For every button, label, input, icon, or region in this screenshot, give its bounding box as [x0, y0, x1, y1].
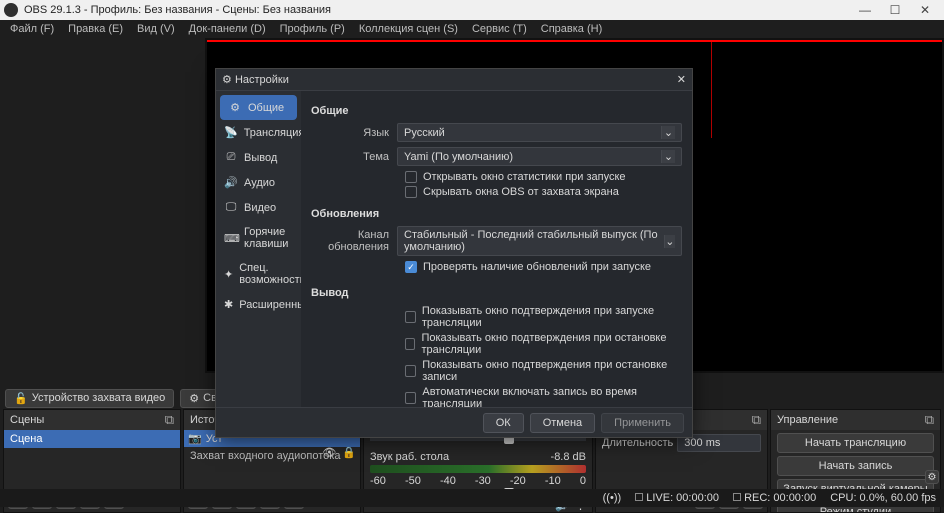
checkbox-confirm-start-stream[interactable]: Показывать окно подтверждения при запуск…: [405, 305, 682, 329]
duration-label: Длительность: [602, 437, 673, 449]
checkbox-confirm-stop-stream[interactable]: Показывать окно подтверждения при остано…: [405, 332, 682, 356]
app-icon: [4, 3, 18, 17]
start-record-button[interactable]: Начать запись: [777, 456, 934, 476]
chevron-down-icon: ⌄: [661, 126, 675, 139]
accessibility-icon: ✦: [224, 268, 233, 281]
update-channel-label: Канал обновления: [311, 229, 397, 253]
menu-scenes[interactable]: Коллекция сцен (S): [353, 23, 464, 35]
keyboard-icon: ⌨: [224, 232, 238, 245]
lock-icon[interactable]: 🔒: [342, 446, 356, 459]
checkbox-check-updates[interactable]: ✓Проверять наличие обновлений при запуск…: [405, 261, 682, 273]
section-general: Общие: [311, 105, 682, 117]
menu-help[interactable]: Справка (H): [535, 23, 608, 35]
popout-icon[interactable]: ⧉: [925, 412, 934, 428]
window-titlebar: OBS 29.1.3 - Профиль: Без названия - Сце…: [0, 0, 944, 20]
network-icon: ((•)): [603, 492, 622, 504]
status-bar: ((•)) LIVE: 00:00:00 REC: 00:00:00 CPU: …: [0, 489, 944, 507]
cancel-button[interactable]: Отмена: [530, 413, 595, 433]
checkbox-confirm-stop-record[interactable]: Показывать окно подтверждения при остано…: [405, 359, 682, 383]
antenna-icon: 📡: [224, 126, 238, 139]
menu-docks[interactable]: Док-панели (D): [183, 23, 272, 35]
output-icon: ⎚: [224, 151, 238, 164]
scene-item[interactable]: Сцена: [4, 430, 180, 448]
close-button[interactable]: ✕: [910, 3, 940, 17]
gear-icon: ⚙: [189, 392, 199, 405]
tab-advanced[interactable]: ✱Расширенные: [216, 292, 301, 317]
section-output: Вывод: [311, 287, 682, 299]
lock-icon: 🔓: [14, 392, 28, 405]
tab-audio[interactable]: 🔊Аудио: [216, 170, 301, 195]
menu-edit[interactable]: Правка (E): [62, 23, 129, 35]
gear-icon: ⚙: [228, 101, 242, 114]
controls-title: Управление: [777, 414, 838, 426]
tab-hotkeys[interactable]: ⌨Горячие клавиши: [216, 220, 301, 256]
gear-icon: ⚙: [222, 73, 232, 86]
wrench-icon: ✱: [224, 298, 233, 311]
live-indicator-icon: [635, 493, 643, 501]
vcam-settings-button[interactable]: ⚙: [925, 470, 939, 484]
camera-icon: 📷: [188, 432, 202, 445]
chevron-down-icon: ⌄: [661, 150, 675, 163]
maximize-button[interactable]: ☐: [880, 3, 910, 17]
tab-accessibility[interactable]: ✦Спец. возможности: [216, 256, 301, 292]
rec-status: REC: 00:00:00: [744, 492, 816, 504]
menu-file[interactable]: Файл (F): [4, 23, 60, 35]
popout-icon[interactable]: ⧉: [752, 412, 761, 428]
checkbox-hide[interactable]: Скрывать окна OBS от захвата экрана: [405, 186, 682, 198]
live-status: LIVE: 00:00:00: [646, 492, 719, 504]
cpu-status: CPU: 0.0%, 60.00 fps: [830, 492, 936, 504]
language-select[interactable]: Русский⌄: [397, 123, 682, 142]
monitor-icon: 🖵: [224, 201, 238, 214]
checkbox-auto-record[interactable]: Автоматически включать запись во время т…: [405, 386, 682, 407]
start-stream-button[interactable]: Начать трансляцию: [777, 433, 934, 453]
ok-button[interactable]: ОК: [483, 413, 524, 433]
popout-icon[interactable]: ⧉: [165, 412, 174, 428]
menu-profile[interactable]: Профиль (P): [274, 23, 351, 35]
tab-general[interactable]: ⚙Общие: [220, 95, 297, 120]
dialog-title: Настройки: [235, 74, 289, 86]
settings-content[interactable]: Общие ЯзыкРусский⌄ ТемаYami (По умолчани…: [301, 91, 692, 407]
menu-view[interactable]: Вид (V): [131, 23, 181, 35]
scenes-title: Сцены: [10, 414, 44, 426]
apply-button[interactable]: Применить: [601, 413, 684, 433]
tab-stream[interactable]: 📡Трансляция: [216, 120, 301, 145]
section-updates: Обновления: [311, 208, 682, 220]
theme-select[interactable]: Yami (По умолчанию)⌄: [397, 147, 682, 166]
language-label: Язык: [311, 127, 397, 139]
settings-sidebar: ⚙Общие 📡Трансляция ⎚Вывод 🔊Аудио 🖵Видео …: [216, 91, 301, 407]
rec-indicator-icon: [733, 493, 741, 501]
menubar: Файл (F) Правка (E) Вид (V) Док-панели (…: [0, 20, 944, 38]
minimize-button[interactable]: —: [850, 3, 880, 17]
visibility-icon[interactable]: 👁: [322, 446, 336, 459]
tab-video[interactable]: 🖵Видео: [216, 195, 301, 220]
chevron-down-icon: ⌄: [664, 235, 675, 248]
speaker-icon: 🔊: [224, 176, 238, 189]
update-channel-select[interactable]: Стабильный - Последний стабильный выпуск…: [397, 226, 682, 256]
nosel-button[interactable]: 🔓Устройство захвата видео: [5, 389, 174, 408]
window-title: OBS 29.1.3 - Профиль: Без названия - Сце…: [24, 4, 331, 16]
menu-tools[interactable]: Сервис (T): [466, 23, 533, 35]
settings-dialog: ⚙ Настройки ✕ ⚙Общие 📡Трансляция ⎚Вывод …: [215, 68, 693, 438]
checkbox-stats[interactable]: Открывать окно статистики при запуске: [405, 171, 682, 183]
theme-label: Тема: [311, 151, 397, 163]
tab-output[interactable]: ⎚Вывод: [216, 145, 301, 170]
dialog-close-button[interactable]: ✕: [677, 73, 686, 86]
